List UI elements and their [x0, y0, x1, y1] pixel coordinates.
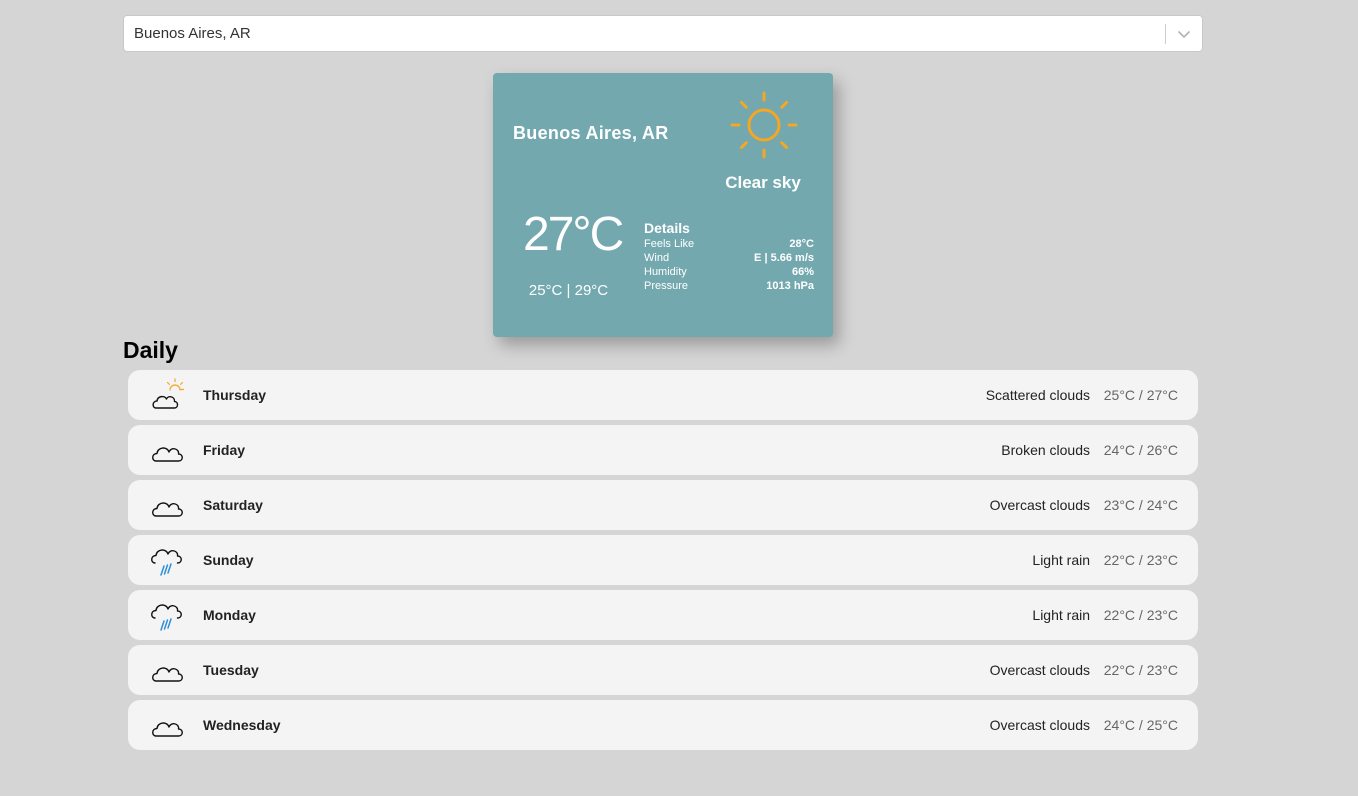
- detail-value: 28°C: [789, 238, 814, 250]
- current-description: Clear sky: [725, 173, 801, 192]
- daily-temps: 25°C / 27°C: [1103, 387, 1178, 403]
- daily-row[interactable]: Tuesday Overcast clouds 22°C / 23°C: [128, 645, 1198, 695]
- chevron-down-icon[interactable]: [1166, 16, 1202, 51]
- daily-description: Scattered clouds: [985, 387, 1090, 403]
- daily-row[interactable]: Sunday Light rain 22°C / 23°C: [128, 535, 1198, 585]
- details-panel: Details Feels Like 28°C Wind E | 5.66 m/…: [644, 220, 814, 293]
- partly-cloudy-icon: [150, 377, 186, 413]
- daily-description: Light rain: [1032, 607, 1090, 623]
- cloud-icon: [150, 432, 186, 468]
- detail-label: Feels Like: [644, 238, 695, 250]
- daily-row[interactable]: Saturday Overcast clouds 23°C / 24°C: [128, 480, 1198, 530]
- daily-temps: 24°C / 26°C: [1103, 442, 1178, 458]
- current-weather-card: Buenos Aires, AR Clear sky 27°C 25°C | 2…: [493, 73, 833, 337]
- detail-value: 66%: [791, 266, 814, 278]
- daily-day: Friday: [203, 442, 246, 458]
- daily-temps: 22°C / 23°C: [1103, 552, 1178, 568]
- detail-wind: Wind E | 5.66 m/s: [644, 251, 814, 265]
- location-select-value[interactable]: Buenos Aires, AR: [124, 25, 1165, 42]
- daily-temps: 22°C / 23°C: [1103, 607, 1178, 623]
- rain-icon: [150, 597, 186, 633]
- detail-feels-like: Feels Like 28°C: [644, 237, 814, 251]
- current-temperature: 27°C: [523, 208, 624, 261]
- daily-day: Monday: [203, 607, 256, 623]
- daily-title: Daily: [123, 337, 178, 363]
- detail-label: Humidity: [644, 266, 687, 278]
- current-city: Buenos Aires, AR: [513, 123, 669, 143]
- daily-row[interactable]: Wednesday Overcast clouds 24°C / 25°C: [128, 700, 1198, 750]
- sun-icon: [729, 90, 799, 160]
- daily-day: Saturday: [203, 497, 263, 513]
- rain-icon: [150, 542, 186, 578]
- details-title: Details: [644, 220, 690, 236]
- daily-forecast-list: Thursday Scattered clouds 25°C / 27°C Fr…: [128, 370, 1198, 755]
- daily-description: Overcast clouds: [989, 497, 1090, 513]
- daily-day: Sunday: [203, 552, 254, 568]
- cloud-icon: [150, 707, 186, 743]
- daily-day: Wednesday: [203, 717, 281, 733]
- cloud-icon: [150, 487, 186, 523]
- detail-humidity: Humidity 66%: [644, 265, 814, 279]
- current-min-max: 25°C | 29°C: [528, 282, 609, 299]
- daily-row[interactable]: Thursday Scattered clouds 25°C / 27°C: [128, 370, 1198, 420]
- daily-row[interactable]: Monday Light rain 22°C / 23°C: [128, 590, 1198, 640]
- daily-day: Thursday: [203, 387, 267, 403]
- detail-pressure: Pressure 1013 hPa: [644, 279, 814, 293]
- daily-day: Tuesday: [203, 662, 259, 678]
- daily-temps: 24°C / 25°C: [1103, 717, 1178, 733]
- detail-label: Pressure: [644, 280, 689, 292]
- daily-temps: 22°C / 23°C: [1103, 662, 1178, 678]
- daily-row[interactable]: Friday Broken clouds 24°C / 26°C: [128, 425, 1198, 475]
- daily-description: Light rain: [1032, 552, 1090, 568]
- daily-description: Overcast clouds: [989, 662, 1090, 678]
- detail-value: 1013 hPa: [766, 280, 814, 292]
- daily-description: Broken clouds: [1001, 442, 1090, 458]
- daily-temps: 23°C / 24°C: [1103, 497, 1178, 513]
- cloud-icon: [150, 652, 186, 688]
- detail-label: Wind: [644, 252, 670, 264]
- daily-description: Overcast clouds: [989, 717, 1090, 733]
- location-select[interactable]: Buenos Aires, AR: [123, 15, 1203, 52]
- detail-value: E | 5.66 m/s: [754, 252, 814, 264]
